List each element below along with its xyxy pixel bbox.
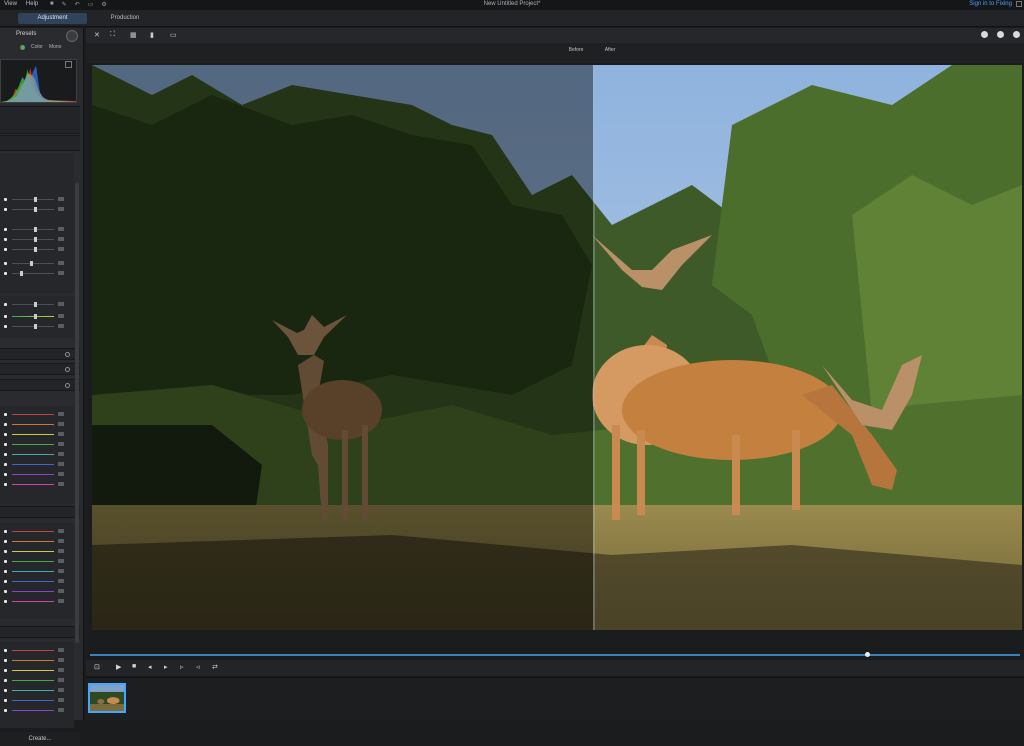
before-region — [92, 65, 593, 630]
slider-group-color — [0, 296, 74, 338]
title-bar: View Help ■ ✎ ↶ ▭ ⚙ New Untitled Project… — [0, 0, 1024, 10]
slider[interactable] — [4, 472, 72, 478]
volume-icon[interactable]: ◃ — [196, 663, 200, 671]
slider[interactable] — [4, 207, 72, 213]
slider[interactable] — [4, 227, 72, 233]
light-section — [0, 106, 80, 134]
search-icon[interactable] — [66, 30, 78, 42]
slider[interactable] — [4, 314, 72, 320]
slider[interactable] — [4, 668, 72, 674]
before-label[interactable]: Before — [564, 45, 588, 55]
slider[interactable] — [4, 599, 72, 605]
stop-icon[interactable]: ■ — [132, 663, 136, 670]
link-icon[interactable]: ⊡ — [94, 663, 100, 671]
create-button[interactable]: Create... — [0, 732, 80, 746]
presets-label[interactable]: Presets — [16, 31, 36, 37]
prev-icon[interactable]: ◂ — [148, 663, 152, 671]
photo-preview[interactable] — [92, 65, 1022, 630]
slider[interactable] — [4, 529, 72, 535]
slider[interactable] — [4, 569, 72, 575]
section-header[interactable] — [0, 626, 80, 638]
expand-icon[interactable] — [65, 61, 72, 68]
presets-header: Presets — [0, 30, 80, 42]
fast-forward-icon[interactable]: ▹ — [180, 663, 184, 671]
slider[interactable] — [4, 422, 72, 428]
adjustment-panel: Presets Color Mono Create... — [0, 28, 84, 746]
timeline-track[interactable] — [90, 654, 1020, 656]
next-icon[interactable]: ▸ — [164, 663, 168, 671]
slider[interactable] — [4, 482, 72, 488]
slider[interactable] — [4, 412, 72, 418]
slider-group-tone — [0, 153, 74, 293]
slider-group-luminance — [0, 642, 74, 728]
slideshow-icon[interactable]: ▦ — [130, 31, 137, 39]
reset-icon[interactable] — [65, 383, 70, 388]
moon-icon[interactable] — [997, 31, 1004, 38]
slider[interactable] — [4, 247, 72, 253]
section-header[interactable] — [0, 135, 80, 151]
slider[interactable] — [4, 462, 72, 468]
panel-scrollbar[interactable] — [75, 183, 79, 643]
slider[interactable] — [4, 648, 72, 654]
slider[interactable] — [4, 559, 72, 565]
slider[interactable] — [4, 197, 72, 203]
slider[interactable] — [4, 688, 72, 694]
tab-production[interactable]: Production — [100, 13, 150, 24]
tab-mono[interactable]: Mono — [49, 44, 62, 50]
thumbnail[interactable] — [88, 683, 126, 713]
timeline[interactable] — [86, 652, 1024, 658]
slider[interactable] — [4, 302, 72, 308]
signin-link[interactable]: Sign in to Fixing — [969, 1, 1012, 7]
slider[interactable] — [4, 442, 72, 448]
slider[interactable] — [4, 549, 72, 555]
window-control-icon[interactable] — [1016, 1, 1022, 7]
viewer-toolbar: ✕ ⛶ ▦ ▮ ▭ — [86, 28, 1024, 43]
slider[interactable] — [4, 432, 72, 438]
slider-group-hsl — [0, 406, 74, 504]
slider[interactable] — [4, 589, 72, 595]
slider[interactable] — [4, 658, 72, 664]
filmstrip — [86, 677, 1024, 720]
slider[interactable] — [4, 261, 72, 267]
before-after-bar: Before After — [86, 43, 1024, 63]
slider[interactable] — [4, 237, 72, 243]
playhead[interactable] — [864, 652, 870, 657]
slider[interactable] — [4, 271, 72, 277]
crop-icon[interactable]: ▭ — [170, 31, 177, 39]
loop-icon[interactable]: ⇄ — [212, 663, 218, 671]
display-icon[interactable] — [981, 31, 988, 38]
rgb-icon[interactable] — [20, 45, 25, 50]
slider[interactable] — [4, 678, 72, 684]
mode-bar: Adjustment Production — [0, 10, 1024, 27]
slider[interactable] — [4, 324, 72, 330]
checkmark-icon[interactable]: ✕ — [94, 31, 100, 39]
section-header[interactable] — [0, 348, 80, 360]
reset-icon[interactable] — [65, 367, 70, 372]
slider[interactable] — [4, 452, 72, 458]
slider[interactable] — [4, 708, 72, 714]
slider[interactable] — [4, 698, 72, 704]
fullscreen-icon[interactable] — [1013, 31, 1020, 38]
tab-color[interactable]: Color — [31, 44, 43, 50]
transport-bar: ⊡ ▶ ■ ◂ ▸ ▹ ◃ ⇄ — [86, 660, 1024, 676]
split-divider[interactable] — [593, 65, 595, 630]
window-title: New Untitled Project* — [483, 1, 541, 7]
reset-icon[interactable] — [65, 352, 70, 357]
slider-group-saturation — [0, 523, 74, 619]
slider[interactable] — [4, 579, 72, 585]
play-icon[interactable]: ▶ — [116, 663, 121, 671]
histogram-tabs: Color Mono — [20, 44, 61, 50]
delete-icon[interactable]: ▮ — [150, 31, 154, 39]
section-header[interactable] — [0, 506, 80, 518]
section-header[interactable] — [0, 363, 80, 375]
after-label[interactable]: After — [598, 45, 622, 55]
tool-icon[interactable]: ⛶ — [110, 31, 115, 39]
section-header[interactable] — [0, 379, 80, 391]
slider[interactable] — [4, 539, 72, 545]
tab-adjustment[interactable]: Adjustment — [18, 13, 87, 24]
